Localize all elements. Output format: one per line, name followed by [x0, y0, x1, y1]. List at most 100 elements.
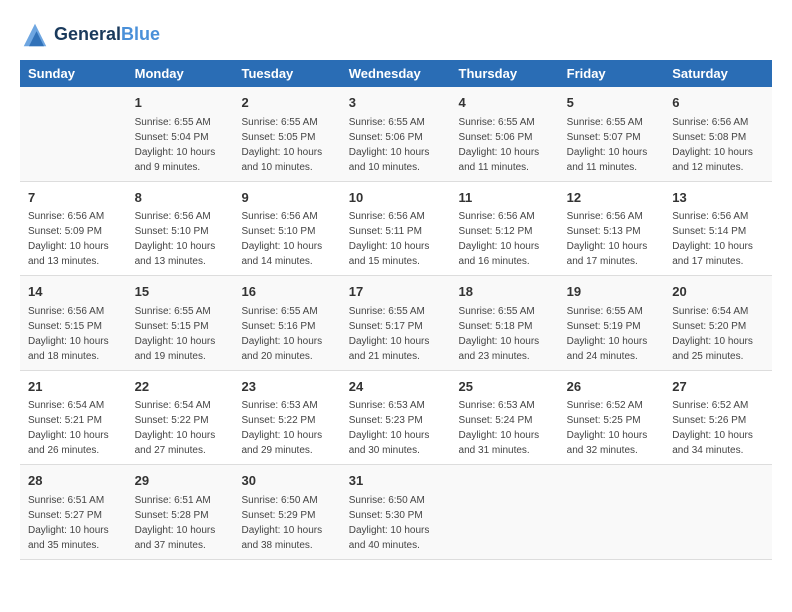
column-header-thursday: Thursday — [451, 60, 559, 87]
calendar-cell: 22Sunrise: 6:54 AMSunset: 5:22 PMDayligh… — [127, 370, 234, 465]
calendar-cell: 21Sunrise: 6:54 AMSunset: 5:21 PMDayligh… — [20, 370, 127, 465]
calendar-cell: 8Sunrise: 6:56 AMSunset: 5:10 PMDaylight… — [127, 181, 234, 276]
day-number: 14 — [28, 282, 119, 302]
logo: GeneralBlue — [20, 20, 160, 50]
day-number: 27 — [672, 377, 764, 397]
day-number: 7 — [28, 188, 119, 208]
calendar-cell: 23Sunrise: 6:53 AMSunset: 5:22 PMDayligh… — [234, 370, 341, 465]
calendar-cell: 16Sunrise: 6:55 AMSunset: 5:16 PMDayligh… — [234, 276, 341, 371]
day-info: Sunrise: 6:56 AMSunset: 5:13 PMDaylight:… — [567, 209, 657, 269]
day-number: 9 — [242, 188, 333, 208]
day-info: Sunrise: 6:55 AMSunset: 5:15 PMDaylight:… — [135, 304, 226, 364]
calendar-cell: 2Sunrise: 6:55 AMSunset: 5:05 PMDaylight… — [234, 87, 341, 181]
calendar-cell: 14Sunrise: 6:56 AMSunset: 5:15 PMDayligh… — [20, 276, 127, 371]
day-number: 23 — [242, 377, 333, 397]
day-info: Sunrise: 6:56 AMSunset: 5:10 PMDaylight:… — [135, 209, 226, 269]
day-number: 13 — [672, 188, 764, 208]
day-info: Sunrise: 6:54 AMSunset: 5:21 PMDaylight:… — [28, 398, 119, 458]
day-info: Sunrise: 6:55 AMSunset: 5:16 PMDaylight:… — [242, 304, 333, 364]
calendar-cell: 6Sunrise: 6:56 AMSunset: 5:08 PMDaylight… — [664, 87, 772, 181]
day-number: 28 — [28, 471, 119, 491]
calendar-cell: 29Sunrise: 6:51 AMSunset: 5:28 PMDayligh… — [127, 465, 234, 560]
column-header-saturday: Saturday — [664, 60, 772, 87]
calendar-cell: 1Sunrise: 6:55 AMSunset: 5:04 PMDaylight… — [127, 87, 234, 181]
calendar-cell: 27Sunrise: 6:52 AMSunset: 5:26 PMDayligh… — [664, 370, 772, 465]
day-number: 30 — [242, 471, 333, 491]
week-row-3: 14Sunrise: 6:56 AMSunset: 5:15 PMDayligh… — [20, 276, 772, 371]
logo-blue: Blue — [121, 24, 160, 44]
day-info: Sunrise: 6:56 AMSunset: 5:08 PMDaylight:… — [672, 115, 764, 175]
day-info: Sunrise: 6:56 AMSunset: 5:11 PMDaylight:… — [349, 209, 443, 269]
day-number: 26 — [567, 377, 657, 397]
calendar-table: SundayMondayTuesdayWednesdayThursdayFrid… — [20, 60, 772, 560]
day-number: 20 — [672, 282, 764, 302]
day-info: Sunrise: 6:53 AMSunset: 5:22 PMDaylight:… — [242, 398, 333, 458]
calendar-cell: 9Sunrise: 6:56 AMSunset: 5:10 PMDaylight… — [234, 181, 341, 276]
day-info: Sunrise: 6:51 AMSunset: 5:28 PMDaylight:… — [135, 493, 226, 553]
logo-text: GeneralBlue — [54, 24, 160, 46]
day-number: 3 — [349, 93, 443, 113]
day-info: Sunrise: 6:55 AMSunset: 5:19 PMDaylight:… — [567, 304, 657, 364]
day-info: Sunrise: 6:52 AMSunset: 5:26 PMDaylight:… — [672, 398, 764, 458]
calendar-cell — [20, 87, 127, 181]
calendar-cell: 11Sunrise: 6:56 AMSunset: 5:12 PMDayligh… — [451, 181, 559, 276]
day-info: Sunrise: 6:56 AMSunset: 5:12 PMDaylight:… — [459, 209, 551, 269]
day-number: 31 — [349, 471, 443, 491]
calendar-cell: 31Sunrise: 6:50 AMSunset: 5:30 PMDayligh… — [341, 465, 451, 560]
day-info: Sunrise: 6:56 AMSunset: 5:10 PMDaylight:… — [242, 209, 333, 269]
calendar-cell: 12Sunrise: 6:56 AMSunset: 5:13 PMDayligh… — [559, 181, 665, 276]
day-info: Sunrise: 6:55 AMSunset: 5:06 PMDaylight:… — [349, 115, 443, 175]
calendar-cell: 28Sunrise: 6:51 AMSunset: 5:27 PMDayligh… — [20, 465, 127, 560]
day-info: Sunrise: 6:55 AMSunset: 5:05 PMDaylight:… — [242, 115, 333, 175]
day-number: 8 — [135, 188, 226, 208]
day-number: 1 — [135, 93, 226, 113]
calendar-cell — [664, 465, 772, 560]
day-info: Sunrise: 6:53 AMSunset: 5:23 PMDaylight:… — [349, 398, 443, 458]
day-info: Sunrise: 6:51 AMSunset: 5:27 PMDaylight:… — [28, 493, 119, 553]
day-info: Sunrise: 6:50 AMSunset: 5:30 PMDaylight:… — [349, 493, 443, 553]
day-number: 6 — [672, 93, 764, 113]
calendar-cell: 5Sunrise: 6:55 AMSunset: 5:07 PMDaylight… — [559, 87, 665, 181]
calendar-cell: 13Sunrise: 6:56 AMSunset: 5:14 PMDayligh… — [664, 181, 772, 276]
day-number: 21 — [28, 377, 119, 397]
day-info: Sunrise: 6:55 AMSunset: 5:17 PMDaylight:… — [349, 304, 443, 364]
column-header-friday: Friday — [559, 60, 665, 87]
page-header: GeneralBlue — [20, 20, 772, 50]
calendar-cell: 4Sunrise: 6:55 AMSunset: 5:06 PMDaylight… — [451, 87, 559, 181]
day-number: 19 — [567, 282, 657, 302]
calendar-cell: 18Sunrise: 6:55 AMSunset: 5:18 PMDayligh… — [451, 276, 559, 371]
day-info: Sunrise: 6:56 AMSunset: 5:09 PMDaylight:… — [28, 209, 119, 269]
calendar-cell — [559, 465, 665, 560]
day-info: Sunrise: 6:50 AMSunset: 5:29 PMDaylight:… — [242, 493, 333, 553]
calendar-cell: 10Sunrise: 6:56 AMSunset: 5:11 PMDayligh… — [341, 181, 451, 276]
calendar-cell: 15Sunrise: 6:55 AMSunset: 5:15 PMDayligh… — [127, 276, 234, 371]
week-row-2: 7Sunrise: 6:56 AMSunset: 5:09 PMDaylight… — [20, 181, 772, 276]
day-number: 29 — [135, 471, 226, 491]
day-info: Sunrise: 6:52 AMSunset: 5:25 PMDaylight:… — [567, 398, 657, 458]
day-number: 2 — [242, 93, 333, 113]
day-number: 16 — [242, 282, 333, 302]
day-number: 12 — [567, 188, 657, 208]
day-info: Sunrise: 6:53 AMSunset: 5:24 PMDaylight:… — [459, 398, 551, 458]
calendar-cell: 17Sunrise: 6:55 AMSunset: 5:17 PMDayligh… — [341, 276, 451, 371]
calendar-cell: 25Sunrise: 6:53 AMSunset: 5:24 PMDayligh… — [451, 370, 559, 465]
day-number: 15 — [135, 282, 226, 302]
day-number: 11 — [459, 188, 551, 208]
calendar-cell: 20Sunrise: 6:54 AMSunset: 5:20 PMDayligh… — [664, 276, 772, 371]
header-row: SundayMondayTuesdayWednesdayThursdayFrid… — [20, 60, 772, 87]
day-info: Sunrise: 6:54 AMSunset: 5:22 PMDaylight:… — [135, 398, 226, 458]
logo-icon — [20, 20, 50, 50]
day-number: 5 — [567, 93, 657, 113]
day-info: Sunrise: 6:56 AMSunset: 5:15 PMDaylight:… — [28, 304, 119, 364]
day-number: 4 — [459, 93, 551, 113]
day-info: Sunrise: 6:56 AMSunset: 5:14 PMDaylight:… — [672, 209, 764, 269]
day-number: 25 — [459, 377, 551, 397]
column-header-sunday: Sunday — [20, 60, 127, 87]
day-number: 18 — [459, 282, 551, 302]
week-row-5: 28Sunrise: 6:51 AMSunset: 5:27 PMDayligh… — [20, 465, 772, 560]
week-row-4: 21Sunrise: 6:54 AMSunset: 5:21 PMDayligh… — [20, 370, 772, 465]
day-info: Sunrise: 6:55 AMSunset: 5:07 PMDaylight:… — [567, 115, 657, 175]
calendar-cell: 3Sunrise: 6:55 AMSunset: 5:06 PMDaylight… — [341, 87, 451, 181]
day-info: Sunrise: 6:55 AMSunset: 5:06 PMDaylight:… — [459, 115, 551, 175]
week-row-1: 1Sunrise: 6:55 AMSunset: 5:04 PMDaylight… — [20, 87, 772, 181]
